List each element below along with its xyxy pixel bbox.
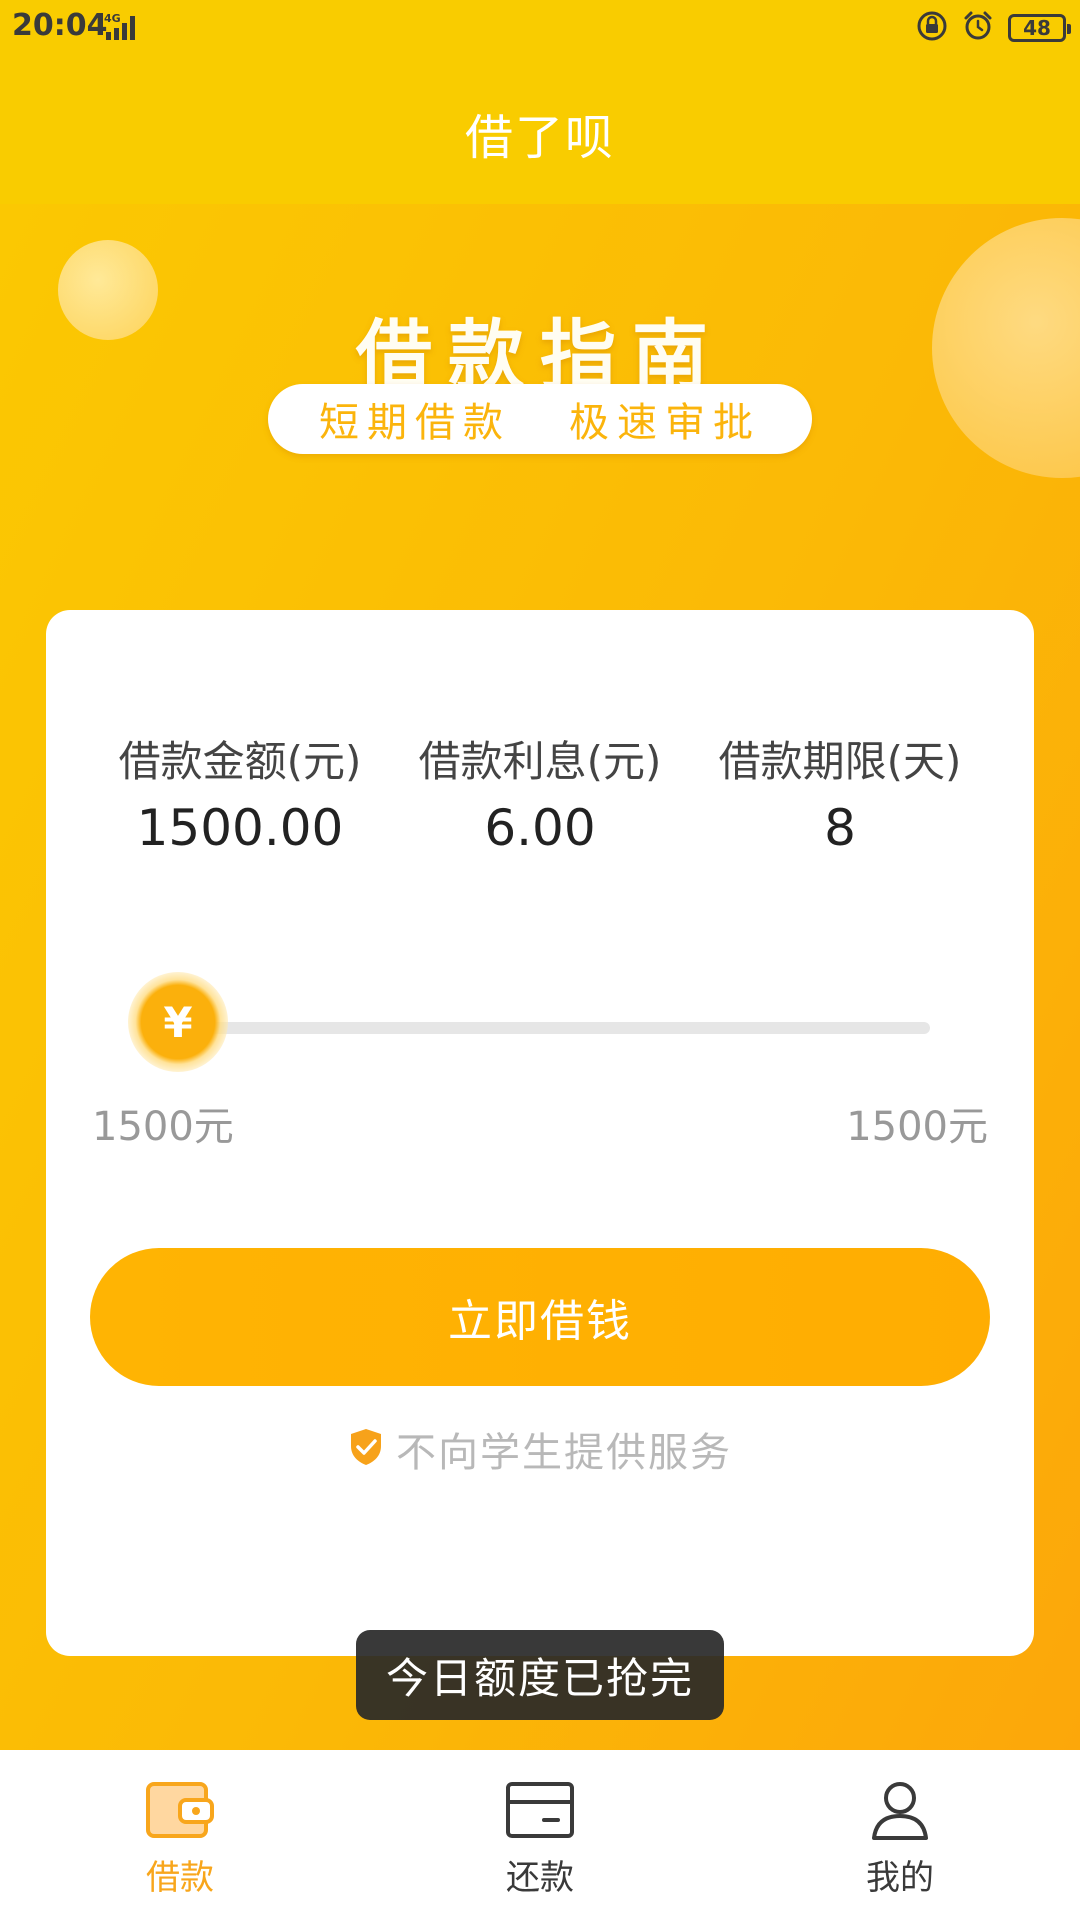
- toast-message: 今日额度已抢完: [356, 1630, 724, 1720]
- tag-short-term: 短期借款: [319, 400, 511, 446]
- wallet-icon: [144, 1778, 216, 1846]
- battery-level: 48: [1023, 16, 1051, 40]
- tab-mine[interactable]: 我的: [720, 1750, 1080, 1920]
- amount-slider-handle[interactable]: ¥: [128, 972, 228, 1072]
- status-icons: 48: [916, 10, 1071, 46]
- stat-value: 8: [824, 799, 856, 857]
- stat-interest: 借款利息(元) 6.00: [390, 728, 690, 857]
- loan-card: 借款金额(元) 1500.00 借款利息(元) 6.00 借款期限(天) 8 ¥…: [46, 610, 1034, 1656]
- tab-label: 还款: [506, 1858, 574, 1898]
- tab-label: 借款: [146, 1858, 214, 1898]
- hero-tagline: 短期借款 极速审批: [268, 384, 812, 454]
- network-type: 4G: [104, 12, 121, 25]
- stat-amount: 借款金额(元) 1500.00: [90, 728, 390, 857]
- page-title: 借了呗: [464, 110, 615, 166]
- signal-icon: 4G: [104, 10, 156, 48]
- notice-text: 不向学生提供服务: [396, 1430, 732, 1476]
- lock-rotation-icon: [916, 10, 948, 46]
- tag-fast-approval: 极速审批: [569, 400, 761, 446]
- stat-label: 借款利息(元): [418, 737, 662, 786]
- tab-label: 我的: [866, 1858, 934, 1898]
- stat-label: 借款金额(元): [118, 737, 362, 786]
- shield-check-icon: [348, 1427, 384, 1471]
- loan-stats: 借款金额(元) 1500.00 借款利息(元) 6.00 借款期限(天) 8: [46, 728, 1034, 857]
- status-time: 20:04: [12, 8, 108, 43]
- stat-value: 1500.00: [136, 799, 344, 857]
- card-icon: [504, 1778, 576, 1846]
- amount-slider-track[interactable]: [192, 1022, 930, 1034]
- stat-label: 借款期限(天): [718, 737, 962, 786]
- student-notice: 不向学生提供服务: [46, 1420, 1034, 1478]
- slider-min-label: 1500元: [92, 1104, 234, 1150]
- status-bar: 20:04 4G 48: [0, 0, 1080, 56]
- slider-max-label: 1500元: [846, 1104, 988, 1150]
- tab-borrow[interactable]: 借款: [0, 1750, 360, 1920]
- bottom-tab-bar: 借款 还款 我的: [0, 1750, 1080, 1920]
- alarm-icon: [962, 10, 994, 46]
- yuan-icon: ¥: [163, 997, 193, 1047]
- top-nav: 借了呗: [0, 56, 1080, 204]
- stat-term: 借款期限(天) 8: [690, 728, 990, 857]
- borrow-now-button[interactable]: 立即借钱: [90, 1248, 990, 1386]
- person-icon: [864, 1778, 936, 1846]
- battery-icon: 48: [1008, 14, 1071, 42]
- tab-repay[interactable]: 还款: [360, 1750, 720, 1920]
- stat-value: 6.00: [484, 799, 596, 857]
